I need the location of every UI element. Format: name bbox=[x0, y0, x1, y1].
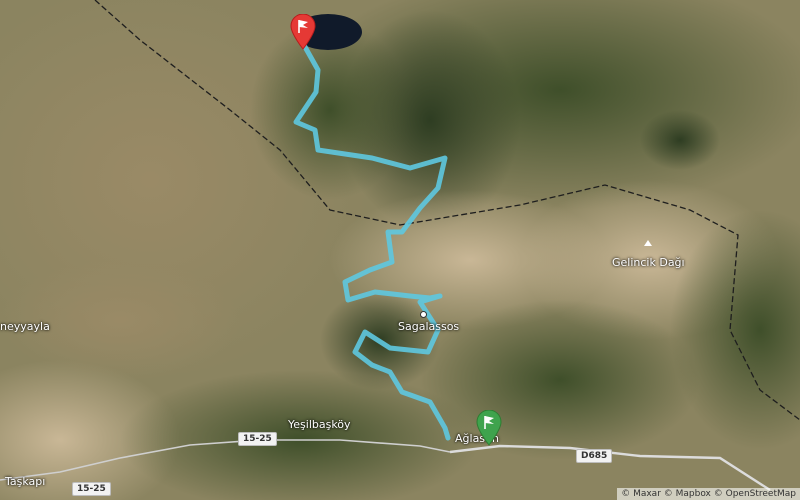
place-label-neyyayla: neyyayla bbox=[0, 320, 50, 333]
map-attribution[interactable]: © Maxar © Mapbox © OpenStreetMap bbox=[617, 488, 800, 500]
place-label-gelincik-dagi: Gelincik Dağı bbox=[612, 256, 685, 269]
route-start-marker[interactable] bbox=[476, 409, 502, 450]
mountain-peak-icon bbox=[644, 240, 652, 246]
road-shield-15-25-upper: 15-25 bbox=[238, 432, 277, 446]
terrain-background bbox=[0, 0, 800, 500]
place-label-sagalassos: Sagalassos bbox=[398, 320, 460, 333]
route-end-marker[interactable] bbox=[290, 13, 316, 54]
road-shield-d685: D685 bbox=[576, 449, 613, 463]
red-flag-marker-icon bbox=[290, 13, 316, 50]
road-shield-15-25-lower: 15-25 bbox=[72, 482, 111, 496]
green-flag-marker-icon bbox=[476, 409, 502, 446]
place-label-taskapi: Taşkapı bbox=[5, 475, 46, 488]
satellite-map[interactable]: neyyayla Taşkapı Yeşilbaşköy Sagalassos … bbox=[0, 0, 800, 500]
place-label-yesilbaskoy: Yeşilbaşköy bbox=[288, 418, 351, 431]
poi-dot-sagalassos bbox=[420, 311, 427, 318]
